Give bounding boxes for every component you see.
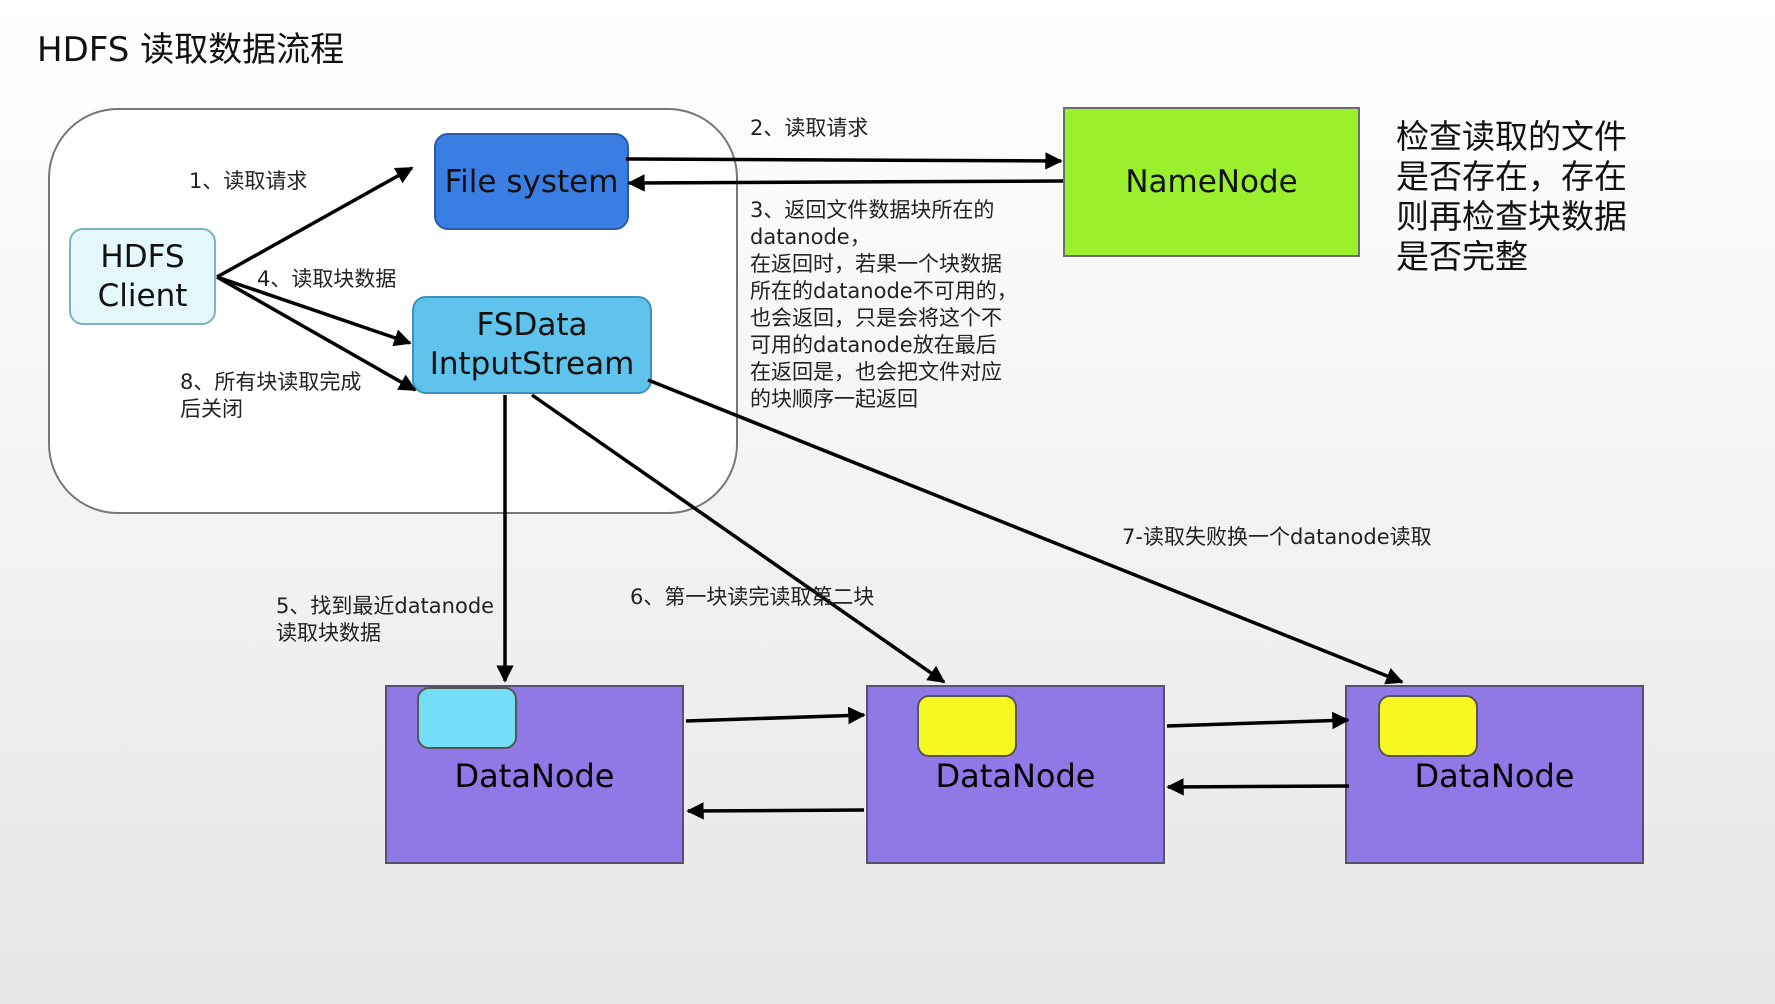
step-3-line-3: 在返回时，若果一个块数据 xyxy=(750,252,1002,276)
step-3-line-8: 的块顺序一起返回 xyxy=(750,387,918,411)
step-2-label: 2、读取请求 xyxy=(750,116,869,140)
arrow-namenode-to-filesystem xyxy=(627,174,1064,192)
step-4-label: 4、读取块数据 xyxy=(257,267,397,291)
step-3-line-5: 也会返回，只是会将这个不 xyxy=(750,306,1002,330)
namenode-note-line-3: 则再检查块数据 xyxy=(1396,197,1627,236)
step-5-label: 5、找到最近datanode 读取块数据 xyxy=(276,593,494,647)
namenode-note-line-1: 检查读取的文件 xyxy=(1396,117,1627,156)
arrow-fsdata-to-datanode-2 xyxy=(530,393,946,684)
step-7-label: 7-读取失败换一个datanode读取 xyxy=(1122,525,1432,549)
step-3-line-6: 可用的datanode放在最后 xyxy=(750,333,997,357)
step-3-label: 3、返回文件数据块所在的 datanode， 在返回时，若果一个块数据 所在的d… xyxy=(750,197,1018,413)
step-3-line-2: datanode， xyxy=(750,225,871,249)
step-3-line-7: 在返回是，也会把文件对应 xyxy=(750,360,1002,384)
step-3-line-4: 所在的datanode不可用的， xyxy=(750,279,1018,303)
namenode-note-line-2: 是否存在，存在 xyxy=(1396,157,1627,196)
namenode-note: 检查读取的文件 是否存在，存在 则再检查块数据 是否完整 xyxy=(1396,117,1627,277)
step-8-line-2: 后关闭 xyxy=(180,397,243,421)
step-8-line-1: 8、所有块读取完成 xyxy=(180,370,362,394)
arrow-datanode-1-to-2 xyxy=(685,706,866,725)
step-6-label: 6、第一块读完读取第二块 xyxy=(630,585,875,609)
arrow-datanode-3-to-2 xyxy=(1166,778,1350,796)
step-5-line-1: 5、找到最近datanode xyxy=(276,594,495,618)
arrow-datanode-2-to-3 xyxy=(1166,711,1350,730)
step-1-label: 1、读取请求 xyxy=(189,169,308,193)
step-8-label: 8、所有块读取完成 后关闭 xyxy=(180,369,361,423)
namenode-note-line-4: 是否完整 xyxy=(1396,237,1528,276)
step-3-line-1: 3、返回文件数据块所在的 xyxy=(750,198,995,222)
arrow-datanode-2-to-1 xyxy=(686,802,865,820)
step-5-line-2: 读取块数据 xyxy=(276,621,381,645)
arrow-filesystem-to-namenode xyxy=(625,152,1063,170)
